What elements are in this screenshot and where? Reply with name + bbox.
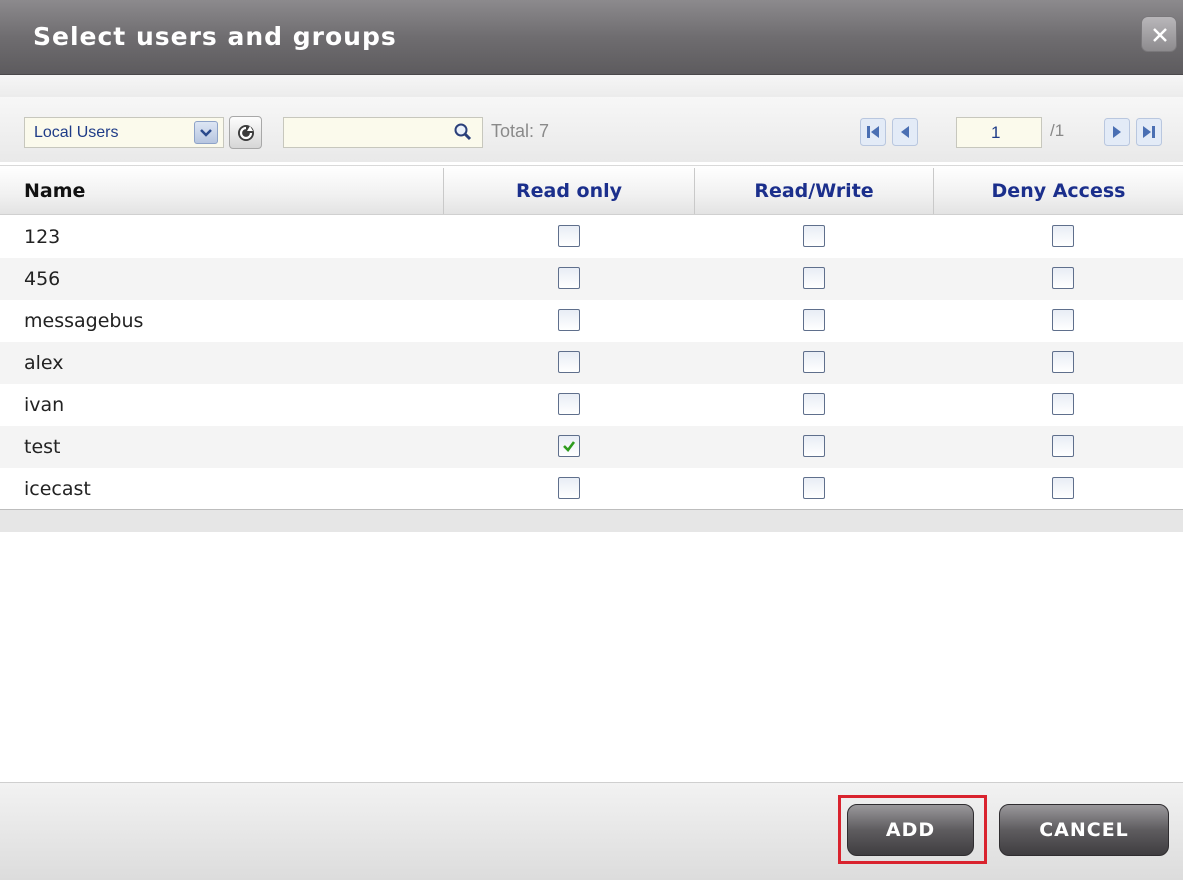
read-only-checkbox[interactable]	[558, 435, 580, 457]
deny-access-checkbox[interactable]	[1052, 351, 1074, 373]
read-only-checkbox[interactable]	[558, 351, 580, 373]
table-row[interactable]: icecast	[0, 468, 1183, 510]
deny-access-checkbox[interactable]	[1052, 267, 1074, 289]
user-name-cell: messagebus	[24, 310, 144, 332]
table-row[interactable]: test	[0, 426, 1183, 468]
column-header-deny-access[interactable]: Deny Access	[934, 180, 1183, 202]
first-page-button[interactable]	[860, 118, 886, 146]
read-write-checkbox[interactable]	[803, 267, 825, 289]
table-bottom-bar	[0, 509, 1183, 532]
read-write-checkbox[interactable]	[803, 435, 825, 457]
total-count-label: Total: 7	[491, 121, 550, 141]
deny-access-checkbox[interactable]	[1052, 435, 1074, 457]
read-write-checkbox[interactable]	[803, 309, 825, 331]
read-only-checkbox[interactable]	[558, 225, 580, 247]
select-users-dialog: Select users and groups Local Users Tota…	[0, 0, 1183, 880]
user-source-value: Local Users	[34, 124, 119, 141]
column-header-read-only[interactable]: Read only	[444, 180, 694, 202]
user-name-cell: ivan	[24, 394, 65, 416]
user-name-cell: test	[24, 436, 61, 458]
user-name-cell: alex	[24, 352, 64, 374]
deny-access-checkbox[interactable]	[1052, 477, 1074, 499]
first-page-icon	[860, 118, 886, 146]
table-row[interactable]: messagebus	[0, 300, 1183, 342]
read-write-checkbox[interactable]	[803, 351, 825, 373]
read-only-checkbox[interactable]	[558, 477, 580, 499]
chevron-down-icon	[200, 129, 212, 137]
read-only-checkbox[interactable]	[558, 267, 580, 289]
user-name-cell: 456	[24, 268, 61, 290]
refresh-button[interactable]	[229, 116, 262, 149]
refresh-icon	[238, 125, 254, 141]
column-header-name[interactable]: Name	[24, 180, 85, 202]
page-total-label: /1	[1050, 121, 1065, 140]
table-header: Name Read only Read/Write Deny Access	[0, 165, 1183, 215]
dropdown-arrow-button[interactable]	[194, 121, 218, 144]
last-page-button[interactable]	[1136, 118, 1162, 146]
cancel-button[interactable]: CANCEL	[999, 804, 1169, 856]
table-row[interactable]: ivan	[0, 384, 1183, 426]
user-name-cell: 123	[24, 226, 61, 248]
user-source-select[interactable]: Local Users	[24, 117, 224, 148]
next-page-icon	[1104, 118, 1130, 146]
read-write-checkbox[interactable]	[803, 225, 825, 247]
next-page-button[interactable]	[1104, 118, 1130, 146]
dialog-title-bar: Select users and groups	[0, 0, 1183, 75]
deny-access-checkbox[interactable]	[1052, 393, 1074, 415]
read-write-checkbox[interactable]	[803, 477, 825, 499]
prev-page-button[interactable]	[892, 118, 918, 146]
close-button[interactable]	[1141, 16, 1177, 52]
deny-access-checkbox[interactable]	[1052, 225, 1074, 247]
table-row[interactable]: 123	[0, 216, 1183, 258]
dialog-title: Select users and groups	[33, 22, 397, 51]
deny-access-checkbox[interactable]	[1052, 309, 1074, 331]
table-row[interactable]: alex	[0, 342, 1183, 384]
current-page-input[interactable]	[956, 117, 1042, 148]
checkmark-icon	[563, 441, 576, 452]
close-icon	[1153, 28, 1167, 42]
add-button[interactable]: ADD	[847, 804, 974, 856]
user-name-cell: icecast	[24, 478, 91, 500]
read-only-checkbox[interactable]	[558, 309, 580, 331]
read-only-checkbox[interactable]	[558, 393, 580, 415]
last-page-icon	[1136, 118, 1162, 146]
column-header-read-write[interactable]: Read/Write	[695, 180, 933, 202]
title-subbar	[0, 75, 1183, 97]
table-row[interactable]: 456	[0, 258, 1183, 300]
read-write-checkbox[interactable]	[803, 393, 825, 415]
search-icon[interactable]	[453, 122, 473, 142]
prev-page-icon	[892, 118, 918, 146]
